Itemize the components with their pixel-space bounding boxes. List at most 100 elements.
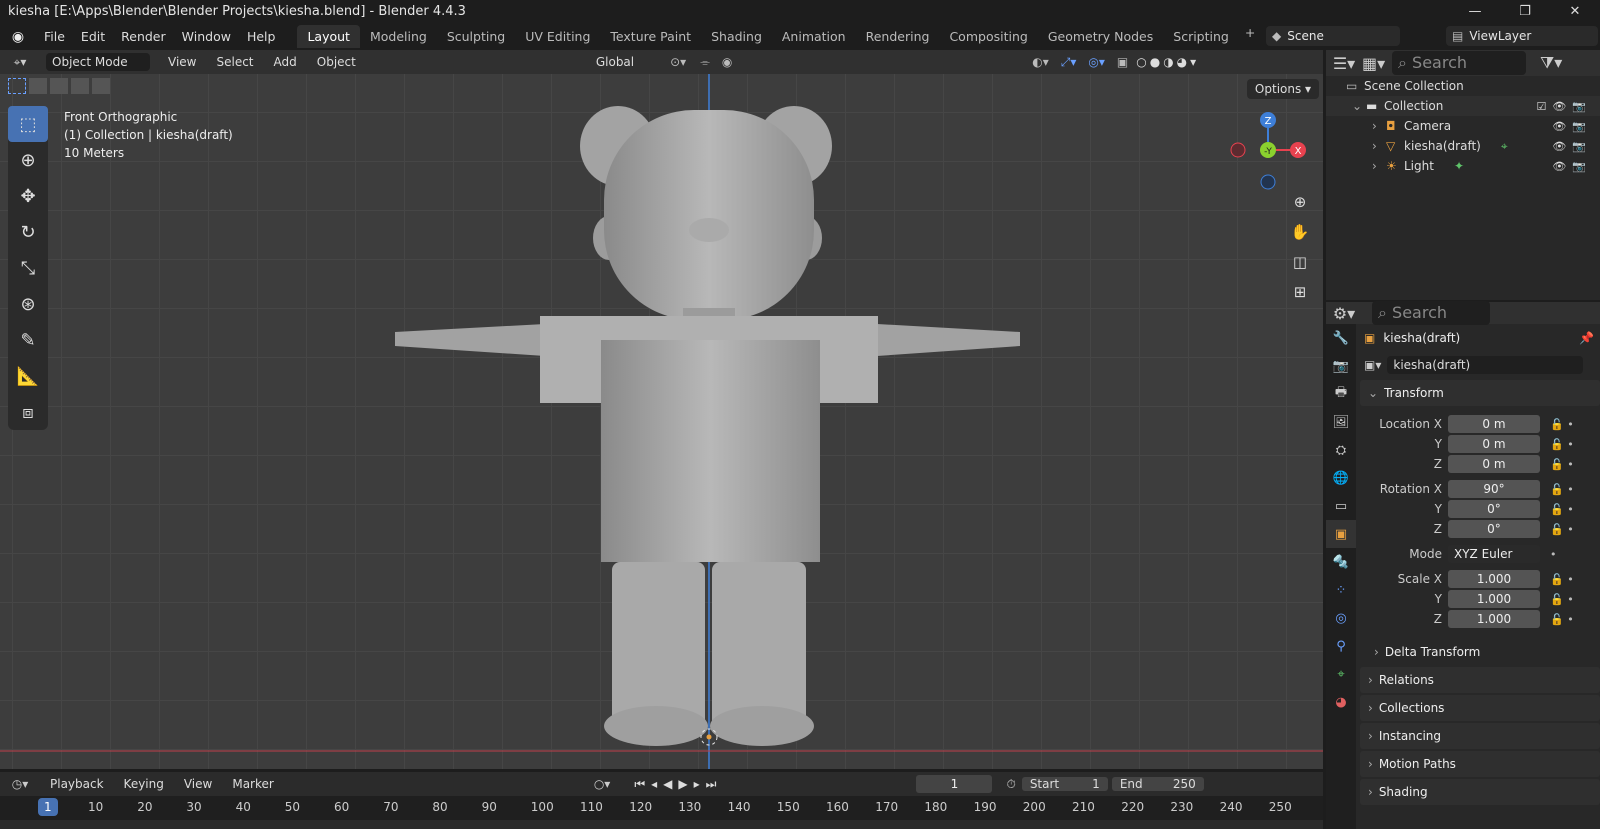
measure-tool-icon[interactable]: 📐: [8, 358, 48, 394]
current-frame-field[interactable]: 1: [916, 775, 993, 793]
rotation-mode-dropdown[interactable]: XYZ Euler: [1448, 545, 1540, 563]
properties-editor-icon[interactable]: ⚙▾: [1326, 304, 1362, 323]
cursor-tool-icon[interactable]: ⊕: [8, 142, 48, 178]
options-button[interactable]: Options ▾: [1247, 79, 1319, 99]
rotate-tool-icon[interactable]: ↻: [8, 214, 48, 250]
orientation-dropdown[interactable]: Global: [590, 53, 640, 71]
datablock-browse-icon[interactable]: ▣▾: [1364, 358, 1381, 372]
keyframe-dot-icon[interactable]: •: [1550, 548, 1557, 561]
blender-logo-icon[interactable]: ◉: [0, 29, 36, 45]
select-invert-icon[interactable]: [71, 78, 89, 94]
move-tool-icon[interactable]: ✥: [8, 178, 48, 214]
modifier-tab-icon[interactable]: 🔩: [1326, 548, 1356, 576]
shading-modes-icon[interactable]: ○●◑◕▾: [1136, 55, 1199, 69]
viewport-menu-add[interactable]: Add: [264, 55, 307, 69]
pivot-icon[interactable]: ⊙▾: [670, 55, 686, 69]
minimize-icon[interactable]: —: [1450, 0, 1500, 23]
expand-icon[interactable]: ›: [1372, 139, 1386, 153]
timeline-menu-view[interactable]: View: [174, 777, 222, 791]
proportional-edit-icon[interactable]: ◉: [722, 55, 732, 69]
pin-icon[interactable]: 📌: [1579, 331, 1594, 345]
add-workspace-icon[interactable]: +: [1239, 25, 1261, 48]
world-tab-icon[interactable]: 🌐: [1326, 464, 1356, 492]
timeline-editor-icon[interactable]: ◷▾: [0, 777, 40, 791]
outliner-item-camera[interactable]: › ◘ Camera 👁📷: [1326, 116, 1600, 136]
maximize-icon[interactable]: ❐: [1500, 0, 1550, 23]
tab-geometry-nodes[interactable]: Geometry Nodes: [1038, 25, 1163, 48]
particles-tab-icon[interactable]: ⁘: [1326, 576, 1356, 604]
annotate-tool-icon[interactable]: ✎: [8, 322, 48, 358]
navigation-gizmo[interactable]: Z X -Y: [1228, 110, 1308, 190]
collection-tab-icon[interactable]: ▭: [1326, 492, 1356, 520]
relations-panel[interactable]: › Relations: [1360, 667, 1600, 693]
menu-render[interactable]: Render: [113, 29, 174, 44]
lock-icon[interactable]: 🔓 •: [1550, 483, 1574, 496]
tab-sculpting[interactable]: Sculpting: [437, 25, 515, 48]
view-layer-tab-icon[interactable]: 🖼: [1326, 408, 1356, 436]
timeline-ruler[interactable]: 1 10 20 30 40 50 60 70 80 90 100 110 120 130 140 150 160…: [0, 796, 1323, 820]
timeline-menu-keying[interactable]: Keying: [114, 777, 174, 791]
rotation-y-field[interactable]: 0°: [1448, 500, 1540, 518]
expand-icon[interactable]: ⌄: [1352, 99, 1366, 113]
timeline-menu-marker[interactable]: Marker: [222, 777, 283, 791]
output-tab-icon[interactable]: 🖶: [1326, 380, 1356, 408]
select-subtract-icon[interactable]: [50, 78, 68, 94]
outliner-item-light[interactable]: › ☀ Light ✦ 👁📷: [1326, 156, 1600, 176]
xray-icon[interactable]: ▣: [1117, 55, 1128, 69]
material-tab-icon[interactable]: ◕: [1326, 688, 1356, 716]
scale-z-field[interactable]: 1.000: [1448, 610, 1540, 628]
lock-icon[interactable]: 🔓 •: [1550, 503, 1574, 516]
rotation-z-field[interactable]: 0°: [1448, 520, 1540, 538]
outliner-item-kiesha[interactable]: › ▽ kiesha(draft) ⌖ 👁📷: [1326, 136, 1600, 156]
camera-view-icon[interactable]: ◫: [1288, 250, 1312, 274]
lock-icon[interactable]: 🔓 •: [1550, 523, 1574, 536]
viewport-menu-object[interactable]: Object: [307, 55, 366, 69]
editor-type-icon[interactable]: ⌖▾: [0, 55, 40, 70]
location-y-field[interactable]: 0 m: [1448, 435, 1540, 453]
collection-toggles-icon[interactable]: ☑👁📷: [1536, 100, 1592, 113]
scene-tab-icon[interactable]: ⛭: [1326, 436, 1356, 464]
display-mode-icon[interactable]: ▦▾: [1362, 54, 1392, 73]
visibility-toggles-icon[interactable]: 👁📷: [1552, 120, 1592, 133]
view-layer-selector[interactable]: ▤ ViewLayer: [1446, 26, 1598, 46]
select-extend-icon[interactable]: [29, 78, 47, 94]
timeline-menu-playback[interactable]: Playback: [40, 777, 114, 791]
tab-uv-editing[interactable]: UV Editing: [515, 25, 600, 48]
constraints-tab-icon[interactable]: ⚲: [1326, 632, 1356, 660]
collections-panel[interactable]: › Collections: [1360, 695, 1600, 721]
perspective-grid-icon[interactable]: ⊞: [1288, 280, 1312, 304]
scale-x-field[interactable]: 1.000: [1448, 570, 1540, 588]
motion-paths-panel[interactable]: › Motion Paths: [1360, 751, 1600, 777]
scene-selector[interactable]: ◆ Scene: [1266, 26, 1400, 46]
rotation-x-field[interactable]: 90°: [1448, 480, 1540, 498]
tab-layout[interactable]: Layout: [297, 25, 360, 48]
location-z-field[interactable]: 0 m: [1448, 455, 1540, 473]
start-frame-field[interactable]: Start 1: [1021, 777, 1108, 791]
scene-collection-row[interactable]: ▭ Scene Collection: [1326, 76, 1600, 96]
select-new-icon[interactable]: [8, 78, 26, 94]
gizmo-icon[interactable]: ⤢▾: [1061, 55, 1077, 70]
playback-controls-icon[interactable]: ⏮◂◀▶▸⏭: [634, 777, 722, 792]
snap-icon[interactable]: ⌯: [700, 55, 710, 70]
shading-panel[interactable]: › Shading: [1360, 779, 1600, 805]
mode-dropdown[interactable]: Object Mode: [46, 53, 150, 71]
outliner-search[interactable]: ⌕ Search: [1392, 51, 1526, 75]
viewport-menu-view[interactable]: View: [158, 55, 206, 69]
tab-scripting[interactable]: Scripting: [1163, 25, 1239, 48]
outliner-editor-icon[interactable]: ☰▾: [1326, 54, 1362, 73]
menu-file[interactable]: File: [36, 29, 73, 44]
visibility-toggles-icon[interactable]: 👁📷: [1552, 140, 1592, 153]
tab-shading[interactable]: Shading: [701, 25, 772, 48]
close-icon[interactable]: ✕: [1550, 0, 1600, 23]
menu-window[interactable]: Window: [174, 29, 239, 44]
location-x-field[interactable]: 0 m: [1448, 415, 1540, 433]
tab-rendering[interactable]: Rendering: [856, 25, 940, 48]
lock-icon[interactable]: 🔓 •: [1550, 458, 1574, 471]
datablock-field[interactable]: kiesha(draft): [1387, 356, 1584, 374]
render-tab-icon[interactable]: 📷: [1326, 352, 1356, 380]
menu-help[interactable]: Help: [239, 29, 284, 44]
physics-tab-icon[interactable]: ◎: [1326, 604, 1356, 632]
tab-compositing[interactable]: Compositing: [939, 25, 1037, 48]
lock-icon[interactable]: 🔓 •: [1550, 613, 1574, 626]
transform-panel-header[interactable]: ⌄ Transform: [1360, 380, 1600, 406]
